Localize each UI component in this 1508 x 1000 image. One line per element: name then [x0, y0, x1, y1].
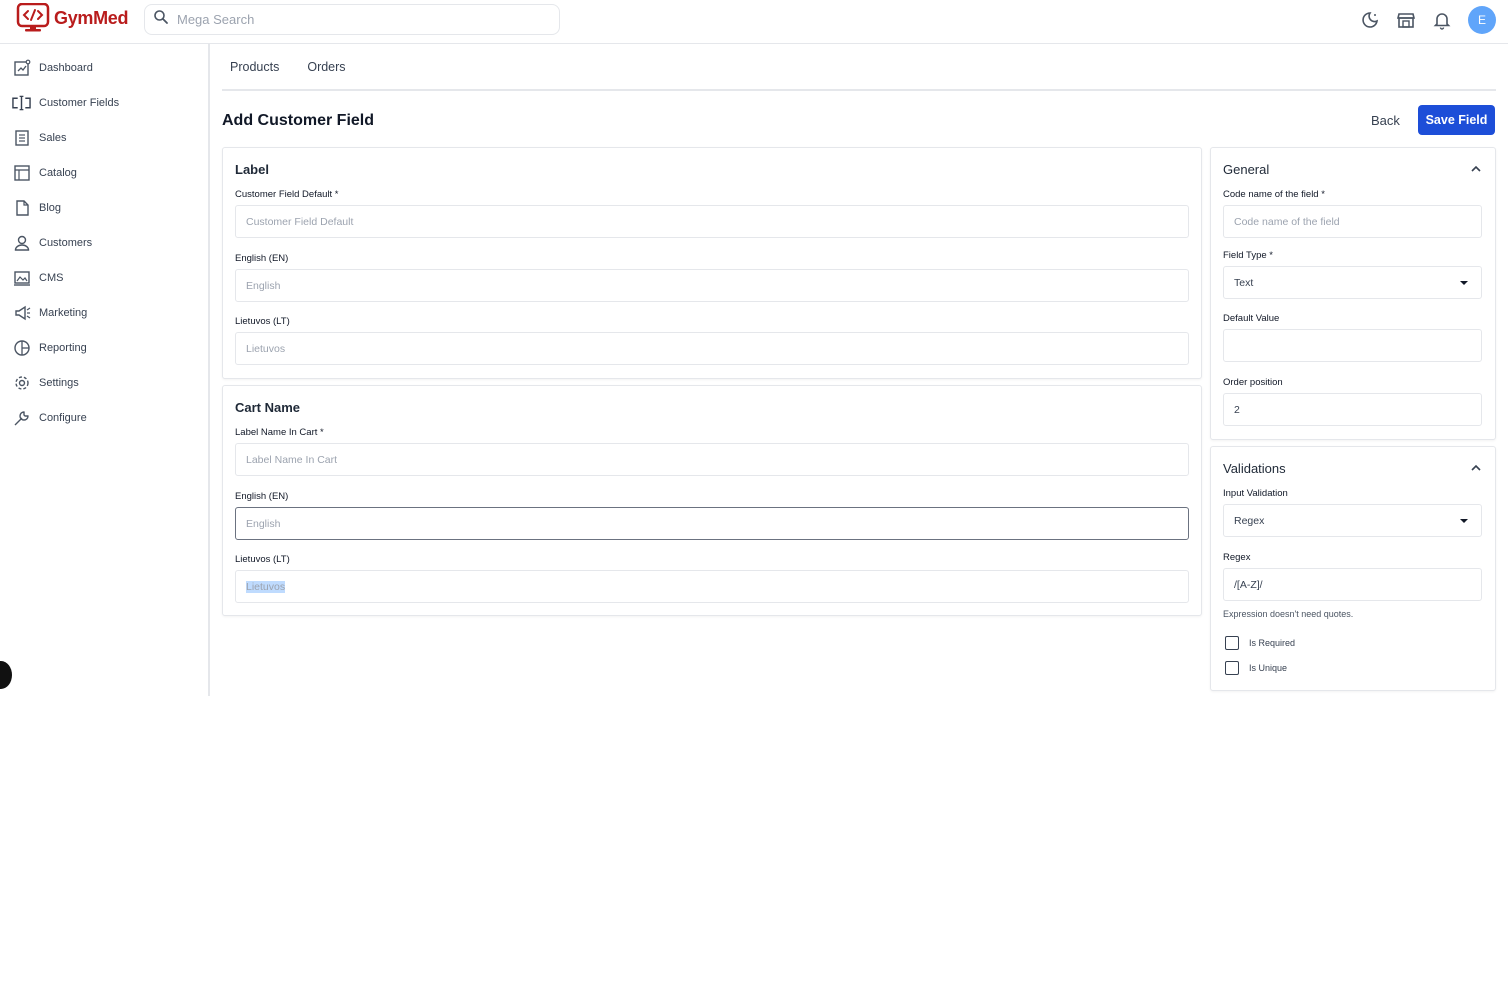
blog-icon: [12, 198, 31, 217]
sidebar-item-customer-fields[interactable]: Customer Fields: [0, 85, 208, 120]
sidebar-item-blog[interactable]: Blog: [0, 190, 208, 225]
reporting-icon: [12, 338, 31, 357]
field-label: Code name of the field *: [1223, 189, 1325, 200]
sidebar-item-label: Customers: [39, 236, 93, 249]
label-lithuanian-input[interactable]: [235, 332, 1189, 365]
is-required-checkbox-row[interactable]: Is Required: [1225, 636, 1295, 650]
field-label: English (EN): [235, 491, 289, 502]
card-title: Cart Name: [235, 400, 301, 415]
select-value: Regex: [1234, 514, 1265, 527]
sidebar-item-sales[interactable]: Sales: [0, 120, 208, 155]
settings-icon: [12, 373, 31, 392]
field-label: Label Name In Cart *: [235, 427, 324, 438]
checkbox-label: Is Required: [1249, 638, 1296, 648]
storefront-icon[interactable]: [1396, 10, 1416, 30]
is-required-checkbox[interactable]: [1225, 636, 1239, 650]
selected-input-text: Lietuvos: [246, 580, 286, 593]
general-card: General Code name of the field * Field T…: [1210, 147, 1496, 440]
cart-lithuanian-input[interactable]: Lietuvos: [235, 570, 1189, 603]
customers-icon: [12, 233, 31, 252]
customer-field-default-input[interactable]: [235, 205, 1189, 238]
sidebar-item-label: Catalog: [39, 166, 77, 179]
sales-icon: [12, 128, 31, 147]
field-label: Field Type *: [1223, 250, 1273, 261]
card-title: Label: [235, 162, 269, 177]
customer-fields-icon: [12, 93, 31, 112]
sidebar-item-label: Blog: [39, 201, 62, 214]
regex-hint: Expression doesn't need quotes.: [1223, 609, 1354, 619]
dashboard-icon: [12, 58, 31, 77]
notification-bell-icon[interactable]: [1432, 10, 1452, 30]
card-title: Validations: [1223, 461, 1286, 476]
sidebar-item-dashboard[interactable]: Dashboard: [0, 50, 208, 85]
caret-down-icon: [1460, 518, 1468, 523]
label-card: Label Customer Field Default * English (…: [222, 147, 1202, 379]
field-label: Default Value: [1223, 313, 1280, 324]
brand-name: GymMed: [54, 7, 129, 28]
tab-bar: Products Orders: [222, 44, 1496, 91]
field-type-select[interactable]: Text: [1223, 266, 1482, 299]
cart-english-input[interactable]: [235, 507, 1189, 540]
is-unique-checkbox[interactable]: [1225, 661, 1239, 675]
tab-products[interactable]: Products: [230, 60, 279, 74]
sidebar-item-marketing[interactable]: Marketing: [0, 295, 208, 330]
sidebar-item-cms[interactable]: CMS: [0, 260, 208, 295]
input-validation-select[interactable]: Regex: [1223, 504, 1482, 537]
card-title: General: [1223, 162, 1270, 177]
label-name-in-cart-input[interactable]: [235, 443, 1189, 476]
sidebar-item-label: Settings: [39, 376, 79, 389]
sidebar-item-label: Dashboard: [39, 61, 93, 74]
sidebar-item-customers[interactable]: Customers: [0, 225, 208, 260]
save-field-button[interactable]: Save Field: [1418, 105, 1495, 135]
field-label: Lietuvos (LT): [235, 316, 290, 327]
back-button[interactable]: Back: [1362, 106, 1409, 134]
sidebar: Dashboard Customer Fields Sales Catalog …: [0, 44, 210, 696]
checkbox-label: Is Unique: [1249, 663, 1288, 673]
sidebar-item-catalog[interactable]: Catalog: [0, 155, 208, 190]
field-label: Customer Field Default *: [235, 189, 339, 200]
label-english-input[interactable]: [235, 269, 1189, 302]
field-label: Input Validation: [1223, 488, 1288, 499]
chevron-up-icon[interactable]: [1469, 162, 1483, 176]
is-unique-checkbox-row[interactable]: Is Unique: [1225, 661, 1287, 675]
cms-icon: [12, 268, 31, 287]
sidebar-item-label: Sales: [39, 131, 67, 144]
default-value-input[interactable]: [1223, 329, 1482, 362]
field-label: Order position: [1223, 377, 1283, 388]
sidebar-item-label: CMS: [39, 271, 64, 284]
mega-search[interactable]: [144, 4, 560, 35]
caret-down-icon: [1460, 280, 1468, 285]
search-icon: [153, 9, 169, 30]
tab-orders[interactable]: Orders: [307, 60, 345, 74]
field-label: Lietuvos (LT): [235, 554, 290, 565]
dark-mode-icon[interactable]: [1360, 10, 1380, 30]
page-title: Add Customer Field: [222, 112, 375, 129]
top-bar: GymMed E: [0, 0, 1508, 44]
order-position-input[interactable]: [1223, 393, 1482, 426]
field-label: Regex: [1223, 552, 1251, 563]
cart-name-card: Cart Name Label Name In Cart * English (…: [222, 385, 1202, 616]
sidebar-item-label: Marketing: [39, 306, 88, 319]
validations-card: Validations Input Validation Regex Regex…: [1210, 446, 1496, 691]
catalog-icon: [12, 163, 31, 182]
sidebar-item-reporting[interactable]: Reporting: [0, 330, 208, 365]
chevron-up-icon[interactable]: [1469, 461, 1483, 475]
sidebar-item-label: Customer Fields: [39, 96, 120, 109]
sidebar-item-label: Reporting: [39, 341, 87, 354]
sidebar-item-label: Configure: [39, 411, 87, 424]
sidebar-item-settings[interactable]: Settings: [0, 365, 208, 400]
header-actions: E: [1360, 6, 1496, 34]
logo-icon: [16, 2, 50, 33]
sidebar-item-configure[interactable]: Configure: [0, 400, 208, 435]
marketing-icon: [12, 303, 31, 322]
avatar[interactable]: E: [1468, 6, 1496, 34]
code-name-input[interactable]: [1223, 205, 1482, 238]
select-value: Text: [1234, 276, 1254, 289]
search-input[interactable]: [177, 12, 537, 27]
logo[interactable]: GymMed: [16, 2, 129, 33]
regex-input[interactable]: [1223, 568, 1482, 601]
field-label: English (EN): [235, 253, 289, 264]
configure-icon: [12, 408, 31, 427]
